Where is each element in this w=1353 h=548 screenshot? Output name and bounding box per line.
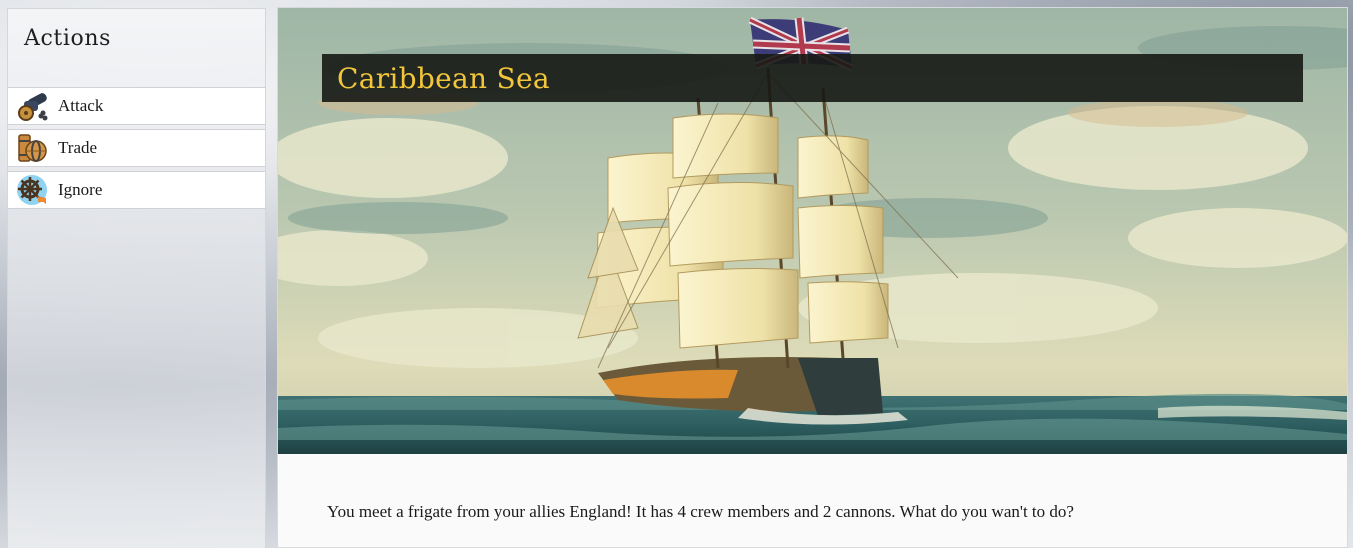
trade-action-button[interactable]: Trade [8,129,265,167]
attack-label: Attack [58,96,104,115]
ignore-action-button[interactable]: Ignore [8,171,265,209]
trade-label: Trade [58,138,98,157]
frigate-painting: Caribbean Sea [278,8,1347,454]
location-title: Caribbean Sea [337,61,550,95]
action-list: Attack Trade Ignore [8,87,265,209]
actions-sidebar: Actions Attack Trade Ignore [7,8,266,548]
location-banner: Caribbean Sea [322,54,1303,102]
ignore-label: Ignore [58,180,103,199]
barrel-icon [16,132,48,164]
cannon-icon [16,90,48,122]
attack-action-button[interactable]: Attack [8,87,265,125]
ship-wheel-icon [16,174,48,206]
encounter-description: You meet a frigate from your allies Engl… [327,502,1074,521]
encounter-panel: Caribbean Sea You meet a frigate from yo… [277,7,1348,548]
actions-heading: Actions [24,26,111,51]
